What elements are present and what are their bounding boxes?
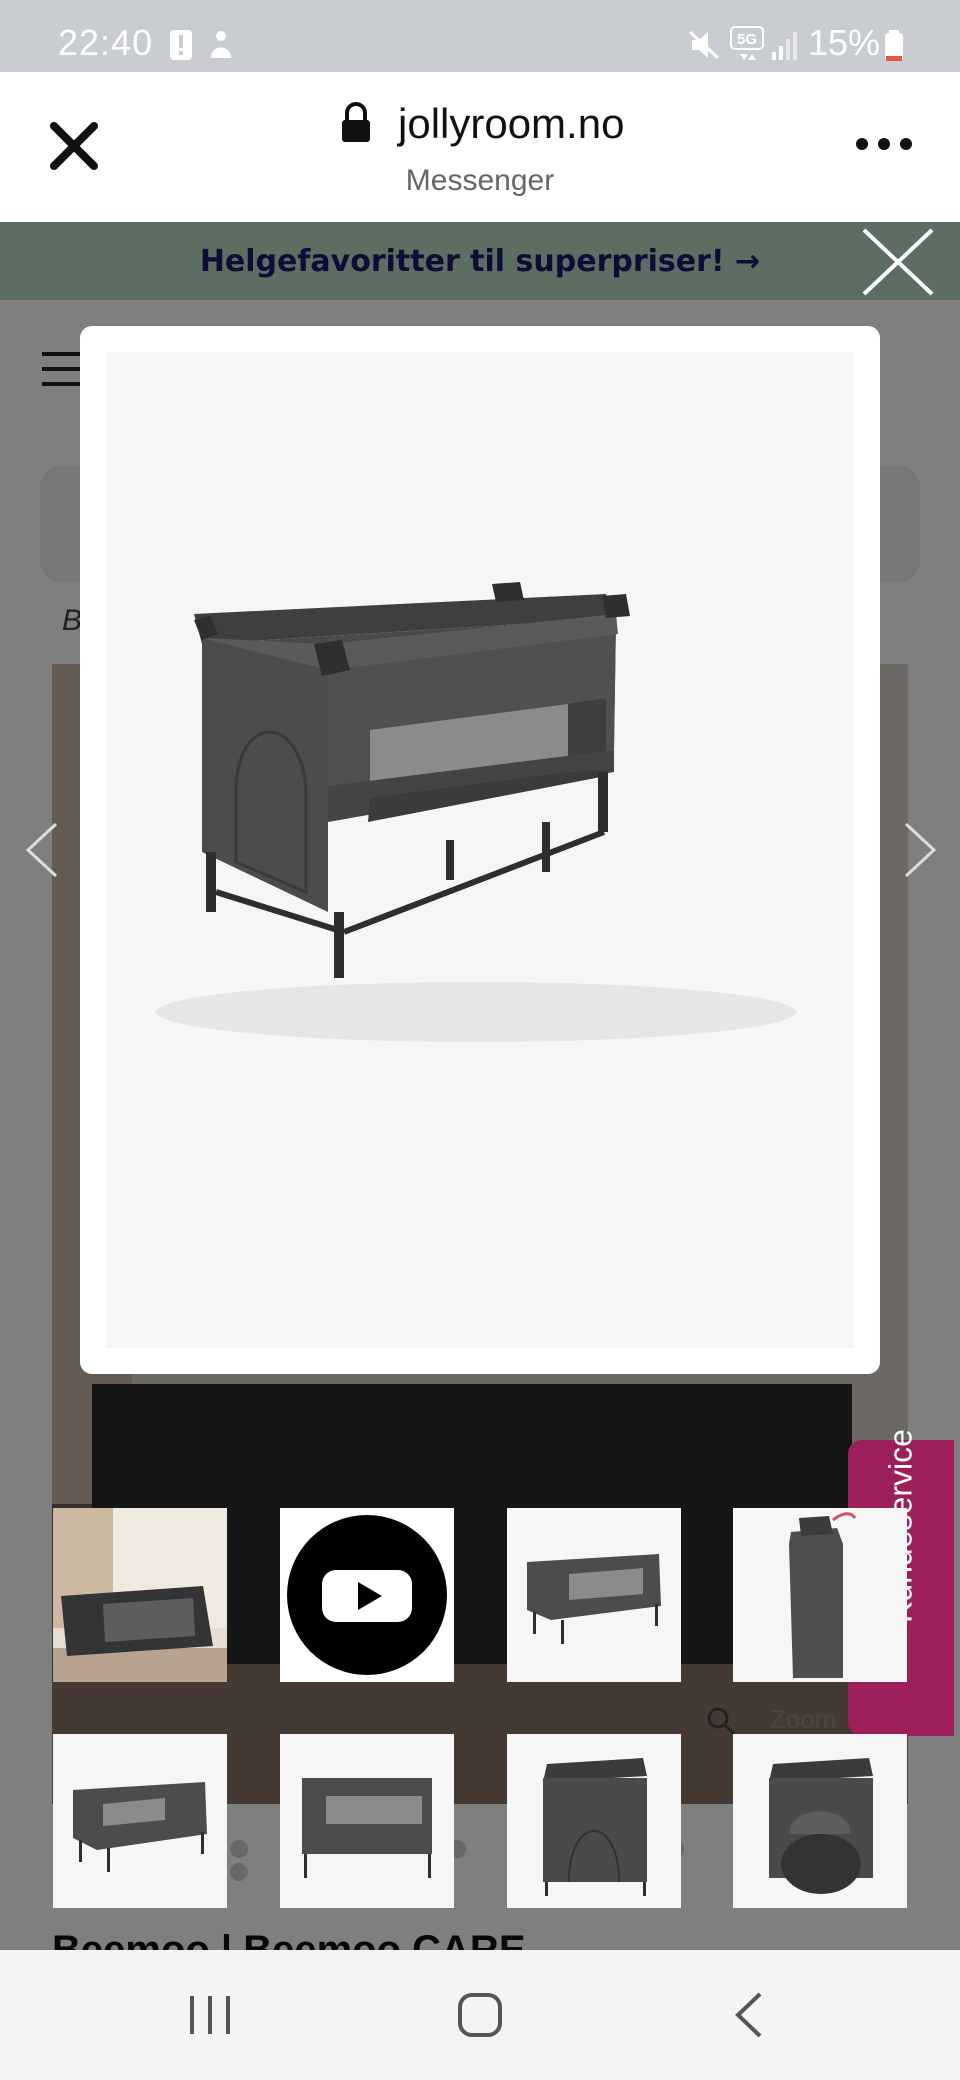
thumbnail-travel-cot-open-end[interactable] bbox=[733, 1734, 907, 1908]
thumbnail-travel-cot-end[interactable] bbox=[507, 1734, 681, 1908]
travel-cot-image bbox=[53, 1508, 227, 1682]
svg-text:5G: 5G bbox=[737, 31, 757, 48]
next-image-button[interactable] bbox=[900, 820, 940, 880]
accessibility-icon bbox=[206, 30, 236, 65]
thumbnail-travel-cot-side[interactable] bbox=[53, 1734, 227, 1908]
more-icon bbox=[856, 138, 912, 150]
thumbnail-travel-cot-angle[interactable] bbox=[507, 1508, 681, 1682]
alert-icon bbox=[170, 30, 192, 65]
battery-percent: 15% bbox=[807, 22, 880, 63]
recents-icon bbox=[190, 1996, 230, 2034]
zoom-label: Zoom bbox=[770, 1704, 837, 1734]
zoom-hint: Zoom bbox=[706, 1704, 836, 1741]
travel-cot-image bbox=[733, 1508, 907, 1682]
thumbnail-video[interactable] bbox=[280, 1508, 454, 1682]
clock: 22:40 bbox=[58, 22, 154, 63]
chevron-right-icon bbox=[904, 822, 937, 878]
lock-icon bbox=[340, 102, 372, 149]
image-modal bbox=[80, 326, 880, 1374]
browser-toolbar: jollyroom.no Messenger bbox=[0, 72, 960, 222]
system-navigation-bar bbox=[0, 1950, 960, 2080]
mute-icon bbox=[688, 30, 722, 65]
url-domain[interactable]: jollyroom.no bbox=[398, 100, 624, 148]
browser-subtitle: Messenger bbox=[405, 164, 555, 197]
status-bar: 22:40 5G 15% bbox=[0, 0, 960, 72]
youtube-play-icon bbox=[280, 1508, 454, 1682]
magnifier-icon bbox=[707, 1707, 736, 1736]
more-options-button[interactable] bbox=[854, 132, 914, 156]
thumbnail-travel-cot-room[interactable] bbox=[53, 1508, 227, 1682]
close-icon bbox=[862, 228, 934, 296]
travel-cot-image bbox=[280, 1734, 454, 1908]
modal-product-image[interactable] bbox=[106, 352, 854, 1348]
thumbnail-travel-cot-folded[interactable] bbox=[733, 1508, 907, 1682]
travel-cot-image bbox=[507, 1508, 681, 1682]
chevron-left-icon bbox=[25, 822, 58, 878]
travel-cot-image bbox=[53, 1734, 227, 1908]
back-button[interactable] bbox=[720, 1990, 780, 2040]
travel-cot-image bbox=[156, 582, 796, 1042]
network-5g-icon: 5G bbox=[730, 26, 764, 67]
home-icon bbox=[458, 1993, 502, 2037]
thumbnail-travel-cot-front[interactable] bbox=[280, 1734, 454, 1908]
travel-cot-image bbox=[507, 1734, 681, 1908]
travel-cot-image bbox=[733, 1734, 907, 1908]
promo-close-button[interactable] bbox=[858, 226, 938, 298]
battery-icon bbox=[884, 30, 904, 67]
recents-button[interactable] bbox=[180, 1990, 240, 2040]
home-button[interactable] bbox=[450, 1990, 510, 2040]
back-icon bbox=[735, 1992, 762, 2038]
signal-icon bbox=[772, 30, 798, 65]
previous-image-button[interactable] bbox=[22, 820, 62, 880]
